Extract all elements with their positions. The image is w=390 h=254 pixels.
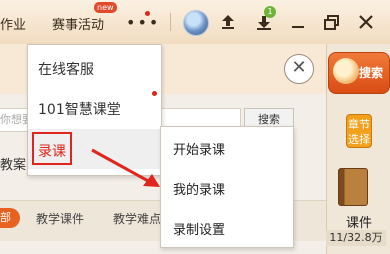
submenu-item-label: 我的录课	[173, 183, 226, 198]
chapter-label-line1: 章节	[348, 118, 370, 131]
minimize-icon[interactable]	[288, 12, 308, 32]
record-submenu: 开始录课 我的录课 录制设置	[160, 126, 294, 248]
submenu-item-label: 录制设置	[173, 223, 226, 238]
download-count-badge: 1	[264, 6, 276, 18]
submenu-item-label: 开始录课	[173, 143, 226, 158]
notification-dot	[145, 11, 150, 16]
courseware-label[interactable]: 课件	[346, 212, 372, 231]
menu-item-label: 在线客服	[38, 62, 94, 78]
magnifier-icon	[333, 58, 359, 84]
nav-events[interactable]: 赛事活动	[52, 14, 104, 33]
tab-courseware[interactable]: 教学课件	[36, 210, 84, 227]
submenu-item-recording-settings[interactable]: 录制设置	[161, 207, 293, 247]
divider	[170, 13, 171, 31]
tab-all[interactable]: 部	[0, 208, 20, 228]
close-window-icon[interactable]	[356, 12, 376, 32]
upload-icon[interactable]	[218, 12, 238, 32]
nav-homework[interactable]: 作业	[0, 14, 26, 33]
tab-all-label: 部	[0, 211, 11, 224]
submenu-item-my-recordings[interactable]: 我的录课	[161, 167, 293, 207]
lesson-plan-label[interactable]: 教案	[0, 154, 26, 173]
menu-item-label: 录课	[38, 144, 66, 160]
menu-item-online-service[interactable]: 在线客服	[28, 47, 161, 87]
sidebar-search-label: 搜索	[359, 66, 384, 80]
more-button[interactable]: •••	[126, 11, 158, 31]
menu-item-record-lesson[interactable]: 录课	[28, 129, 161, 169]
chapter-select-button[interactable]: 章节 选择	[346, 114, 372, 148]
avatar[interactable]	[183, 10, 209, 36]
more-dropdown-menu: 在线客服 101智慧课堂 录课	[27, 44, 162, 176]
close-panel-button[interactable]: ✕	[284, 54, 314, 84]
sidebar-search-button[interactable]: 搜索	[328, 52, 390, 94]
menu-item-label: 101智慧课堂	[38, 102, 121, 118]
restore-icon[interactable]	[322, 12, 342, 32]
chapter-label-line2: 选择	[348, 133, 370, 146]
submenu-item-start-recording[interactable]: 开始录课	[161, 127, 293, 167]
courseware-book-icon[interactable]	[338, 168, 368, 206]
menu-item-smart-classroom[interactable]: 101智慧课堂	[28, 87, 161, 127]
tab-difficulties[interactable]: 教学难点	[113, 210, 161, 227]
notification-dot	[152, 91, 157, 96]
close-icon: ✕	[291, 57, 307, 78]
new-badge: new	[94, 2, 117, 13]
more-dots-icon: •••	[126, 13, 161, 32]
courseware-count: 11/32.8万	[326, 230, 386, 246]
